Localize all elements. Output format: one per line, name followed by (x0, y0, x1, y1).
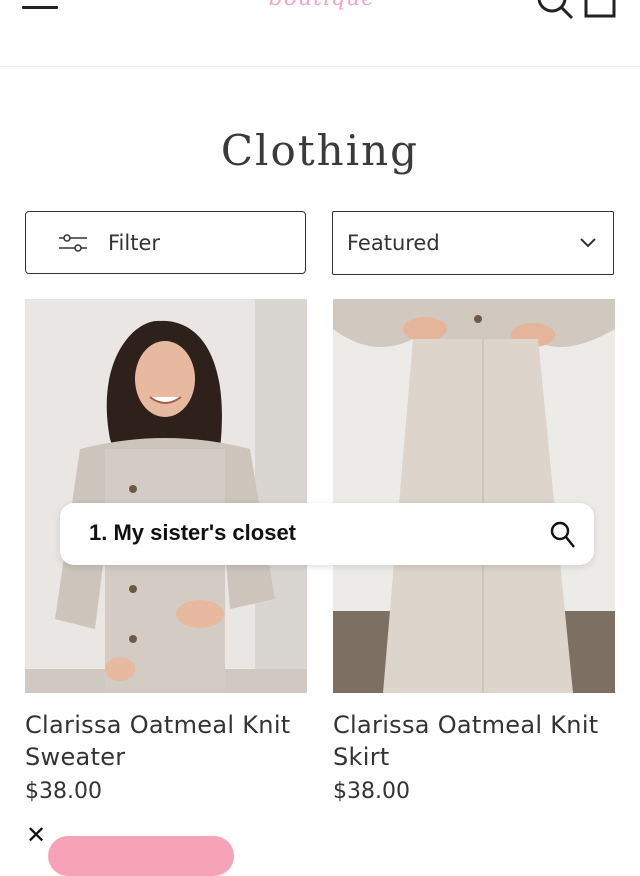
product-title[interactable]: Clarissa Oatmeal Knit Skirt (333, 709, 615, 773)
site-header: boutique (0, 0, 640, 67)
filter-button[interactable]: Filter (25, 211, 306, 274)
product-image-sweater[interactable] (25, 299, 307, 693)
sort-selected-value: Featured (347, 231, 440, 255)
page-title: Clothing (220, 126, 420, 175)
promo-popup-button[interactable] (48, 836, 234, 876)
sort-dropdown[interactable]: Featured (332, 211, 614, 275)
product-price: $38.00 (333, 779, 410, 804)
search-suggestion-bar[interactable]: 1. My sister's closet (60, 503, 594, 565)
store-logo[interactable]: boutique (252, 0, 392, 11)
hamburger-menu-icon[interactable] (22, 0, 60, 16)
sliders-icon (59, 234, 87, 252)
search-icon[interactable] (550, 521, 576, 549)
filter-label: Filter (108, 231, 161, 255)
chevron-down-icon (580, 238, 596, 248)
search-query-text: 1. My sister's closet (89, 520, 297, 545)
product-price: $38.00 (25, 779, 102, 804)
close-icon[interactable]: ✕ (26, 823, 46, 847)
product-title[interactable]: Clarissa Oatmeal Knit Sweater (25, 709, 307, 773)
search-icon[interactable] (535, 0, 575, 22)
product-image-skirt[interactable] (333, 299, 615, 693)
cart-icon[interactable] (584, 0, 616, 18)
